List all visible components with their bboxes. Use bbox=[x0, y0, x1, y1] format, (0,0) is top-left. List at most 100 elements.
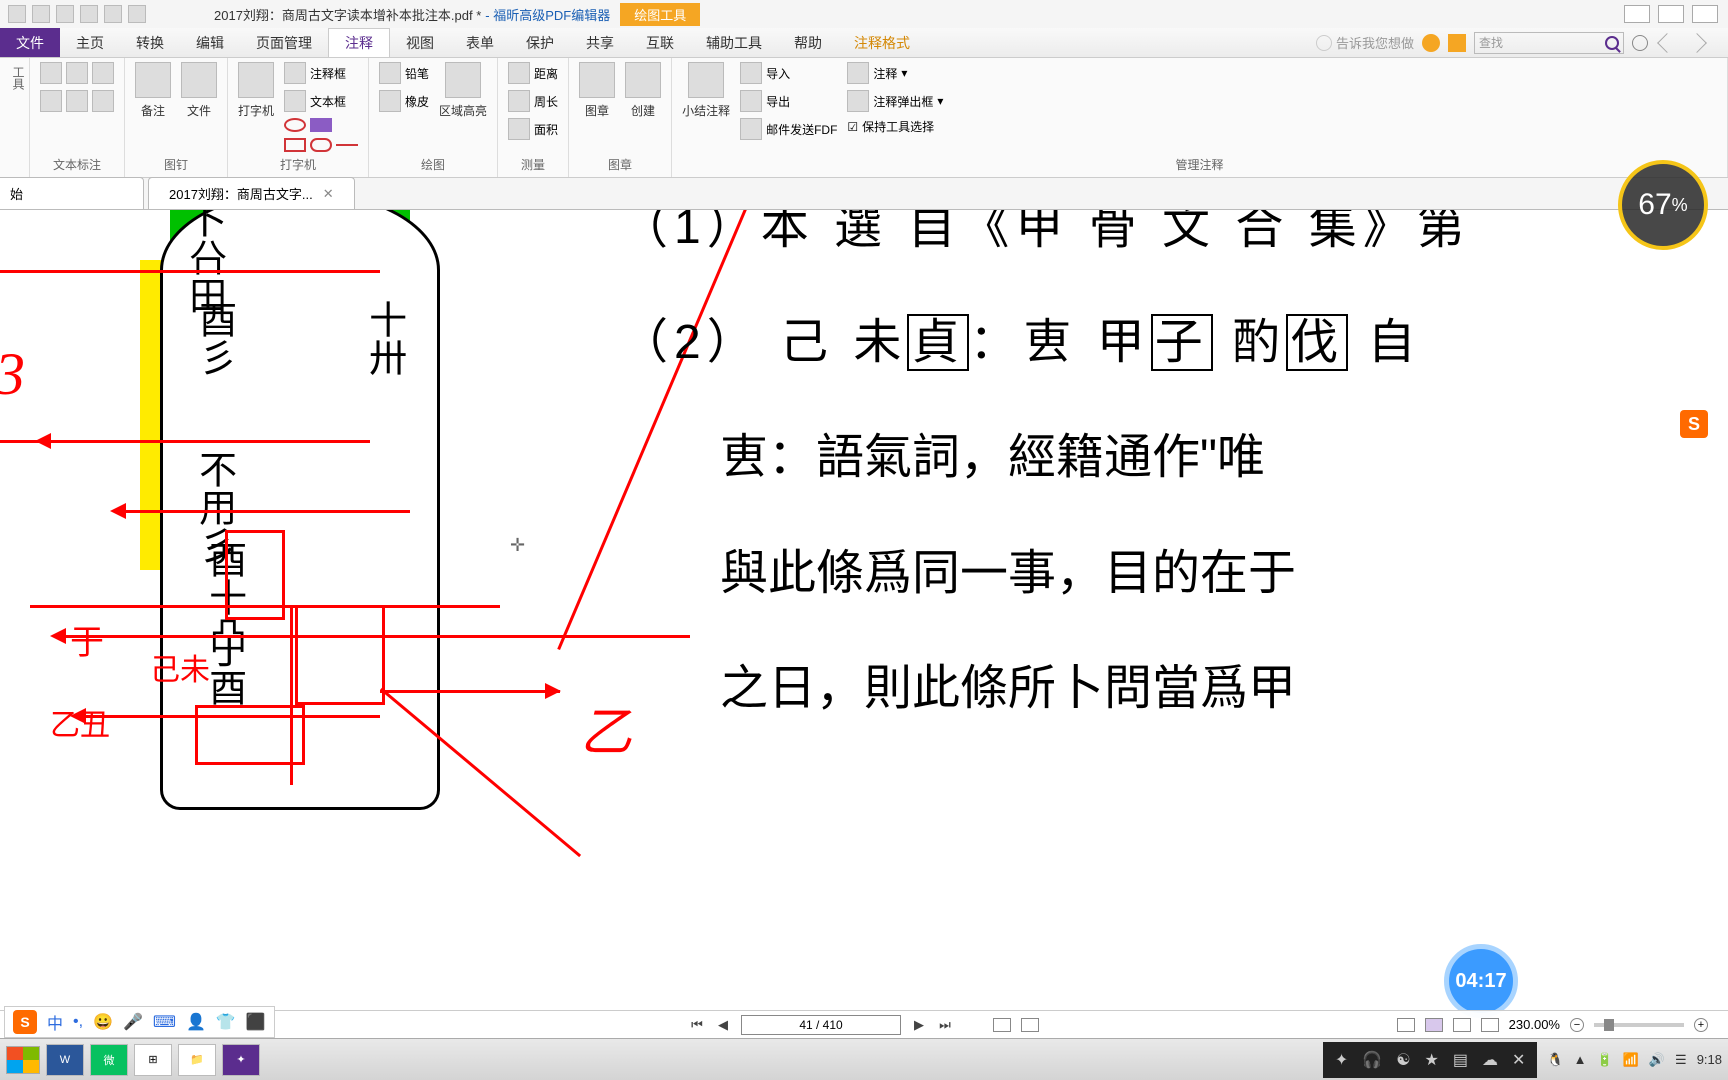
strikeout-icon[interactable] bbox=[40, 90, 62, 112]
eraser-button[interactable]: 橡皮 bbox=[379, 90, 429, 112]
document-viewport[interactable]: 卜㕣田 酉彡 十卅 不用彡 酉十凸 丁酉 3 于 己未 乙丑 bbox=[0, 210, 1728, 1038]
textbox-button[interactable]: 文本框 bbox=[284, 90, 358, 112]
ime-keyboard-icon[interactable]: ⌨ bbox=[153, 1012, 176, 1032]
next-result-icon[interactable] bbox=[1687, 33, 1707, 53]
squiggly-icon[interactable] bbox=[66, 62, 88, 84]
send-fdf-button[interactable]: 邮件发送FDF bbox=[740, 118, 837, 140]
tab-edit[interactable]: 编辑 bbox=[180, 28, 240, 57]
settings-icon[interactable] bbox=[1632, 35, 1648, 51]
continuous-facing-icon[interactable] bbox=[1481, 1018, 1499, 1032]
tab-connect[interactable]: 互联 bbox=[630, 28, 690, 57]
tab-help[interactable]: 帮助 bbox=[778, 28, 838, 57]
qat-print-icon[interactable] bbox=[32, 5, 50, 23]
next-page-button[interactable]: ▶ bbox=[911, 1017, 927, 1033]
import-button[interactable]: 导入 bbox=[740, 62, 837, 84]
tray-wifi-icon[interactable]: 📶 bbox=[1623, 1052, 1639, 1068]
reflow-icon[interactable] bbox=[993, 1018, 1011, 1032]
ime-punct[interactable]: •, bbox=[73, 1013, 83, 1031]
tray-volume-icon[interactable]: 🔊 bbox=[1649, 1052, 1665, 1068]
popup-button[interactable]: 注释弹出框 ▾ bbox=[847, 90, 943, 112]
tab-form[interactable]: 表单 bbox=[450, 28, 510, 57]
zoom-slider[interactable] bbox=[1594, 1023, 1684, 1027]
typewriter-button[interactable]: 打字机 bbox=[238, 62, 274, 119]
close-icon[interactable]: ✕ bbox=[323, 186, 334, 202]
tray-clock[interactable]: 9:18 bbox=[1697, 1052, 1722, 1067]
last-page-button[interactable]: ⏭ bbox=[937, 1017, 953, 1033]
tray-qq-icon[interactable]: 🐧 bbox=[1547, 1052, 1563, 1068]
export-button[interactable]: 导出 bbox=[740, 90, 837, 112]
prev-result-icon[interactable] bbox=[1657, 33, 1677, 53]
callout-button[interactable]: 注释框 bbox=[284, 62, 358, 84]
zoom-in-button[interactable]: + bbox=[1694, 1018, 1708, 1032]
cloud-shape-icon[interactable] bbox=[310, 138, 332, 152]
page-input[interactable] bbox=[741, 1015, 901, 1035]
tray-app-icon[interactable]: ▤ bbox=[1453, 1050, 1468, 1070]
facing-view-icon[interactable] bbox=[1453, 1018, 1471, 1032]
pencil-button[interactable]: 铅笔 bbox=[379, 62, 429, 84]
tab-comment[interactable]: 注释 bbox=[328, 28, 390, 57]
page-icon[interactable] bbox=[1021, 1018, 1039, 1032]
taskbar-folder-icon[interactable]: 📁 bbox=[178, 1044, 216, 1076]
tab-protect[interactable]: 保护 bbox=[510, 28, 570, 57]
tab-home[interactable]: 主页 bbox=[60, 28, 120, 57]
perimeter-button[interactable]: 周长 bbox=[508, 90, 558, 112]
collapse-ribbon-icon[interactable] bbox=[1624, 5, 1650, 23]
file-attach-button[interactable]: 文件 bbox=[181, 62, 217, 119]
stamp-button[interactable]: 图章 bbox=[579, 62, 615, 119]
continuous-view-icon[interactable] bbox=[1425, 1018, 1443, 1032]
ime-user-icon[interactable]: 👤 bbox=[186, 1012, 206, 1032]
replace-icon[interactable] bbox=[92, 90, 114, 112]
tray-close-icon[interactable]: ✕ bbox=[1512, 1050, 1525, 1070]
heart-icon[interactable] bbox=[1422, 34, 1440, 52]
maximize-icon[interactable] bbox=[1692, 5, 1718, 23]
tab-view[interactable]: 视图 bbox=[390, 28, 450, 57]
ime-emoji-icon[interactable]: 😀 bbox=[93, 1012, 113, 1032]
create-stamp-button[interactable]: 创建 bbox=[625, 62, 661, 119]
tray-app-icon[interactable]: ☁ bbox=[1482, 1050, 1498, 1070]
highlight-icon[interactable] bbox=[40, 62, 62, 84]
tab-accessibility[interactable]: 辅助工具 bbox=[690, 28, 778, 57]
qat-save-icon[interactable] bbox=[8, 5, 26, 23]
comment-button[interactable]: 注释 ▾ bbox=[847, 62, 943, 84]
tray-caret-icon[interactable]: ▲ bbox=[1574, 1052, 1587, 1067]
taskbar-wechat-icon[interactable]: 微 bbox=[90, 1044, 128, 1076]
qat-redo-icon[interactable] bbox=[104, 5, 122, 23]
search-input[interactable]: 查找 bbox=[1474, 32, 1624, 54]
folder-icon[interactable] bbox=[1448, 34, 1466, 52]
tab-comment-format[interactable]: 注释格式 bbox=[838, 28, 926, 57]
tab-file[interactable]: 文件 bbox=[0, 28, 60, 57]
caret-icon[interactable] bbox=[66, 90, 88, 112]
ime-skin-icon[interactable]: 👕 bbox=[216, 1012, 236, 1032]
taskbar-foxit-icon[interactable]: ✦ bbox=[222, 1044, 260, 1076]
tray-app-icon[interactable]: 🎧 bbox=[1362, 1050, 1382, 1070]
tab-share[interactable]: 共享 bbox=[570, 28, 630, 57]
tray-action-icon[interactable]: ☰ bbox=[1675, 1052, 1687, 1068]
timer-badge[interactable]: 04:17 bbox=[1444, 944, 1518, 1018]
tell-me[interactable]: 告诉我您想做 bbox=[1316, 33, 1414, 52]
oval-shape-icon[interactable] bbox=[284, 118, 306, 132]
line-shape-icon[interactable] bbox=[336, 144, 358, 146]
ime-voice-icon[interactable]: 🎤 bbox=[123, 1012, 143, 1032]
tray-app-icon[interactable]: ☯ bbox=[1396, 1050, 1410, 1070]
arrow-shape-icon[interactable] bbox=[310, 118, 332, 132]
minimize-icon[interactable] bbox=[1658, 5, 1684, 23]
underline-icon[interactable] bbox=[92, 62, 114, 84]
keep-tool-checkbox[interactable]: ☑ 保持工具选择 bbox=[847, 118, 943, 135]
taskbar-app-icon[interactable]: ⊞ bbox=[134, 1044, 172, 1076]
tray-app-icon[interactable]: ★ bbox=[1425, 1050, 1439, 1070]
qat-undo-icon[interactable] bbox=[80, 5, 98, 23]
tray-battery-icon[interactable]: 🔋 bbox=[1596, 1052, 1612, 1068]
ime-toolbar[interactable]: S 中 •, 😀 🎤 ⌨ 👤 👕 ⬛ bbox=[4, 1006, 275, 1038]
prev-page-button[interactable]: ◀ bbox=[715, 1017, 731, 1033]
tab-pages[interactable]: 页面管理 bbox=[240, 28, 328, 57]
qat-mail-icon[interactable] bbox=[56, 5, 74, 23]
start-button[interactable] bbox=[6, 1046, 40, 1074]
first-page-button[interactable]: ⏮ bbox=[689, 1017, 705, 1033]
qat-hand-icon[interactable] bbox=[128, 5, 146, 23]
doctab-home[interactable]: 始 bbox=[0, 177, 144, 209]
rect-shape-icon[interactable] bbox=[284, 138, 306, 152]
distance-button[interactable]: 距离 bbox=[508, 62, 558, 84]
summary-button[interactable]: 小结注释 bbox=[682, 62, 730, 119]
note-button[interactable]: 备注 bbox=[135, 62, 171, 119]
zoom-out-button[interactable]: − bbox=[1570, 1018, 1584, 1032]
